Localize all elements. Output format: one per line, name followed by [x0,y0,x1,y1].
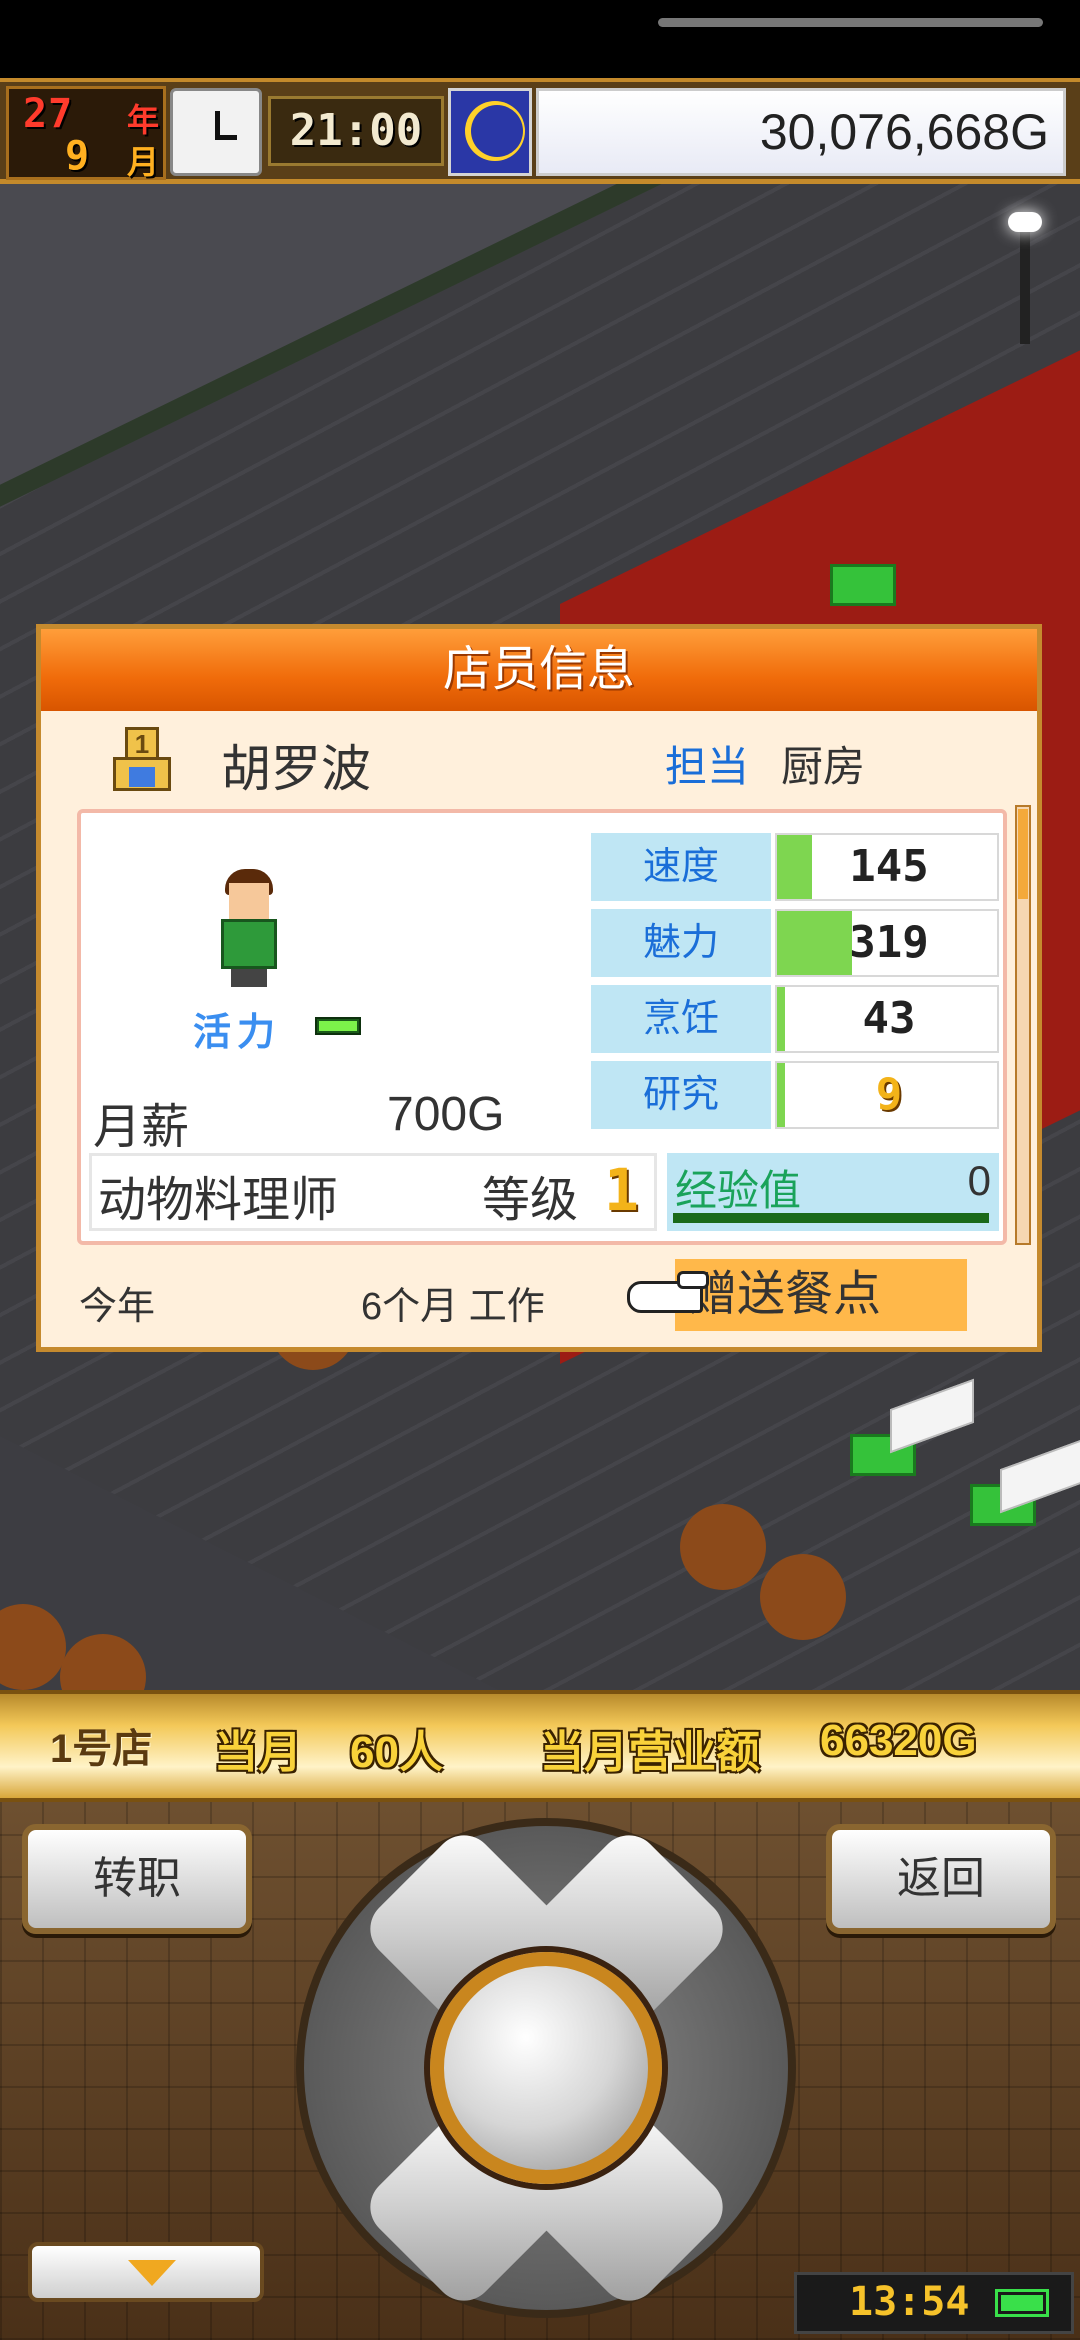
details-scrollbar[interactable] [1015,805,1031,1245]
assignment-label: 担当 [665,743,750,790]
game-time-display: 13:54 [794,2272,1074,2334]
year-label: 今年 [79,1286,156,1328]
exp-bar [673,1213,989,1223]
exp-label: 经验值 [675,1167,802,1214]
dialog-title: 店员信息 [41,629,1037,711]
month-label: 当月 [214,1728,302,1777]
clock-icon [170,88,262,176]
directional-pad[interactable] [296,1818,796,2318]
stat-bar: 145 [775,833,999,901]
game-time: 13:54 [849,2279,970,2325]
stat-value: 145 [849,841,929,892]
back-button[interactable]: 返回 [826,1824,1056,1934]
staff-info-dialog: 店员信息 1 胡罗波 担当 厨房 活力 月薪 700G 速度 145 魅力 31… [36,624,1042,1352]
menu-toggle-button[interactable] [28,2242,264,2302]
staff-name: 胡罗波 [221,741,371,797]
moon-icon [448,88,532,176]
stat-row-research: 研究 9 [591,1061,999,1131]
staff-avatar [211,869,287,987]
year-unit: 年 [127,102,160,138]
work-duration: 6个月 工作 [361,1286,545,1328]
assignment-value: 厨房 [781,743,866,790]
scene-road [0,1334,1048,1690]
autumn-tree [760,1554,846,1640]
chevron-down-icon [128,2260,176,2286]
stat-value: 319 [849,917,929,968]
scrollbar-thumb[interactable] [1018,809,1028,899]
exp-value: 0 [967,1157,991,1204]
date-display: 27 年 9 月 [6,86,166,180]
stat-bar: 43 [775,985,999,1053]
month-unit: 月 [127,144,160,180]
month-number: 9 [65,133,91,179]
stat-name: 魅力 [591,909,771,977]
job-title: 动物料理师 [98,1174,339,1227]
change-job-button[interactable]: 转职 [22,1824,252,1934]
game-clock-time: 21:00 [268,96,444,166]
pointing-hand-icon [627,1271,711,1321]
store-number: 1号店 [50,1727,153,1771]
battery-fill [1001,2295,1043,2311]
monthly-sales-label: 当月营业额 [540,1728,760,1777]
give-meal-button[interactable]: 赠送餐点 [675,1259,967,1331]
stat-value: 43 [862,993,916,1044]
staff-details-panel: 活力 月薪 700G 速度 145 魅力 319 烹饪 43 研究 9 动物料理… [77,809,1007,1245]
stat-bar: 319 [775,909,999,977]
restaurant-table [1000,1438,1080,1514]
restaurant-seat [830,564,896,606]
monthly-customers: 60人 [350,1728,443,1777]
level-value: 1 [604,1156,639,1224]
home-indicator [658,18,1043,27]
experience-info: 经验值 0 [667,1153,999,1231]
autumn-tree [680,1504,766,1590]
stat-name: 速度 [591,833,771,901]
street-lamp [1008,212,1042,344]
stat-row-charm: 魅力 319 [591,909,999,979]
store-number-icon: 1 [107,727,177,797]
restaurant-table [890,1378,974,1454]
store-info-bar: 1号店 当月 60人 当月营业额 66320G [0,1690,1080,1802]
salary-value: 700G [387,1088,505,1141]
stat-value: 9 [875,1069,903,1120]
year-number: 27 [23,91,74,137]
job-info: 动物料理师 等级 1 [89,1153,657,1231]
system-status-bar [0,0,1080,78]
vigor-label: 活力 [193,1012,282,1054]
top-hud: 27 年 9 月 21:00 30,076,668G [0,78,1080,184]
stat-bar: 9 [775,1061,999,1129]
monthly-sales-value: 66320G [820,1716,977,1765]
vigor-bar [315,1017,361,1035]
stat-name: 烹饪 [591,985,771,1053]
level-label: 等级 [482,1174,579,1227]
dpad-center-button[interactable] [430,1952,662,2184]
money-display: 30,076,668G [536,88,1066,176]
vigor-bar-fill [319,1021,357,1031]
stat-row-cooking: 烹饪 43 [591,985,999,1055]
battery-icon [995,2289,1049,2317]
controller-area: 转职 返回 13:54 [0,1802,1080,2340]
stat-row-speed: 速度 145 [591,833,999,903]
stat-name: 研究 [591,1061,771,1129]
salary-label: 月薪 [93,1101,190,1154]
